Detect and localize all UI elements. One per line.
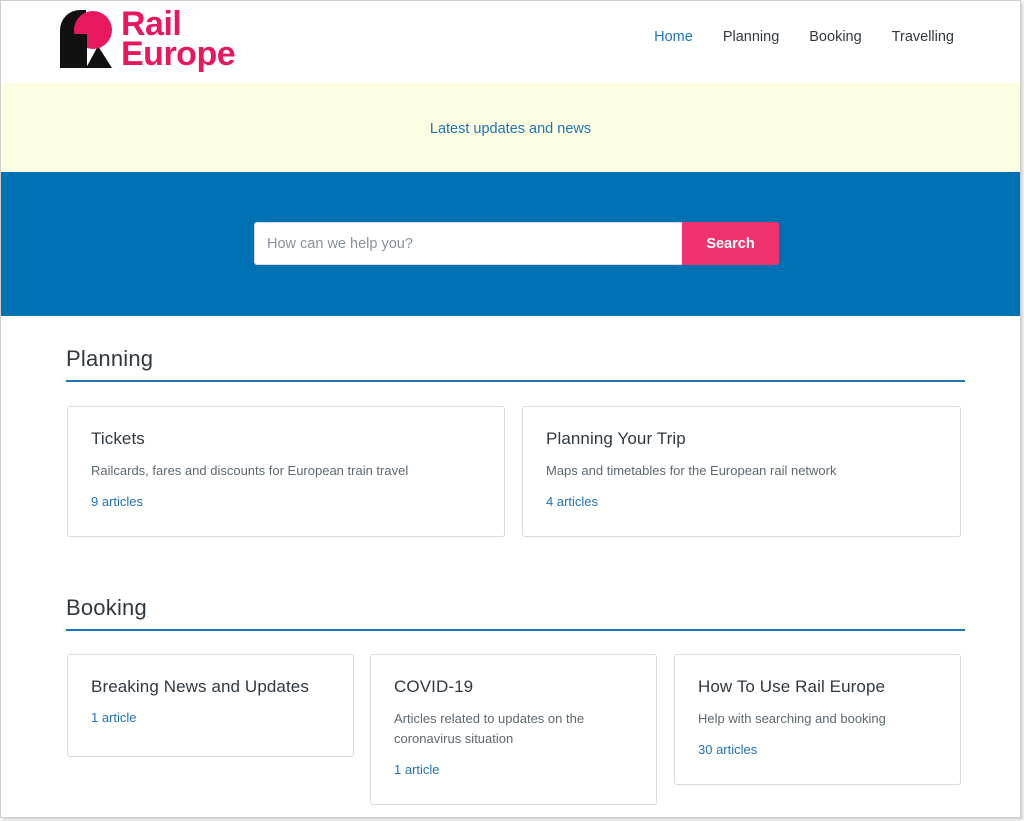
section-booking: Booking xyxy=(66,595,965,631)
rail-europe-logo-icon xyxy=(60,10,112,68)
category-card-planning-your-trip[interactable]: Planning Your Trip Maps and timetables f… xyxy=(522,406,961,537)
category-card-tickets[interactable]: Tickets Railcards, fares and discounts f… xyxy=(67,406,505,537)
search-form: Search xyxy=(254,222,779,265)
nav-item-home[interactable]: Home xyxy=(654,29,693,45)
card-description: Maps and timetables for the European rai… xyxy=(546,463,837,478)
search-button[interactable]: Search xyxy=(682,222,779,265)
card-description: Help with searching and booking xyxy=(698,711,886,726)
nav-item-travelling[interactable]: Travelling xyxy=(892,29,954,45)
category-card-breaking-news[interactable]: Breaking News and Updates 1 article xyxy=(67,654,354,757)
search-input[interactable] xyxy=(254,222,682,265)
card-title[interactable]: How To Use Rail Europe xyxy=(698,677,938,697)
logo-word-europe: Europe xyxy=(121,35,236,73)
article-count[interactable]: 1 article xyxy=(394,762,440,777)
rail-europe-logo[interactable]: Rail Europe xyxy=(60,7,236,73)
site-header: Rail Europe Home Planning Booking Travel… xyxy=(1,1,1020,83)
card-description: Railcards, fares and discounts for Europ… xyxy=(91,463,409,478)
card-title[interactable]: Planning Your Trip xyxy=(546,429,938,449)
latest-updates-link[interactable]: Latest updates and news xyxy=(430,121,591,137)
logo-wordmark: Rail Europe xyxy=(121,7,236,73)
category-card-how-to-use[interactable]: How To Use Rail Europe Help with searchi… xyxy=(674,654,961,785)
hero-search-section: Search xyxy=(1,172,1020,316)
notice-banner: Latest updates and news xyxy=(1,83,1020,172)
browser-page: Rail Europe Home Planning Booking Travel… xyxy=(0,0,1021,818)
article-count[interactable]: 1 article xyxy=(91,710,137,725)
main-nav: Home Planning Booking Travelling xyxy=(654,29,954,45)
card-title[interactable]: COVID-19 xyxy=(394,677,634,697)
article-count[interactable]: 30 articles xyxy=(698,742,757,757)
card-title[interactable]: Breaking News and Updates xyxy=(91,677,331,697)
nav-item-planning[interactable]: Planning xyxy=(723,29,779,45)
category-card-covid-19[interactable]: COVID-19 Articles related to updates on … xyxy=(370,654,657,805)
card-description: Articles related to updates on the coron… xyxy=(394,711,585,746)
card-title[interactable]: Tickets xyxy=(91,429,482,449)
section-title-booking[interactable]: Booking xyxy=(66,595,965,631)
nav-item-booking[interactable]: Booking xyxy=(809,29,861,45)
article-count[interactable]: 9 articles xyxy=(91,494,143,509)
article-count[interactable]: 4 articles xyxy=(546,494,598,509)
section-title-planning[interactable]: Planning xyxy=(66,346,965,382)
section-planning: Planning xyxy=(66,346,965,382)
